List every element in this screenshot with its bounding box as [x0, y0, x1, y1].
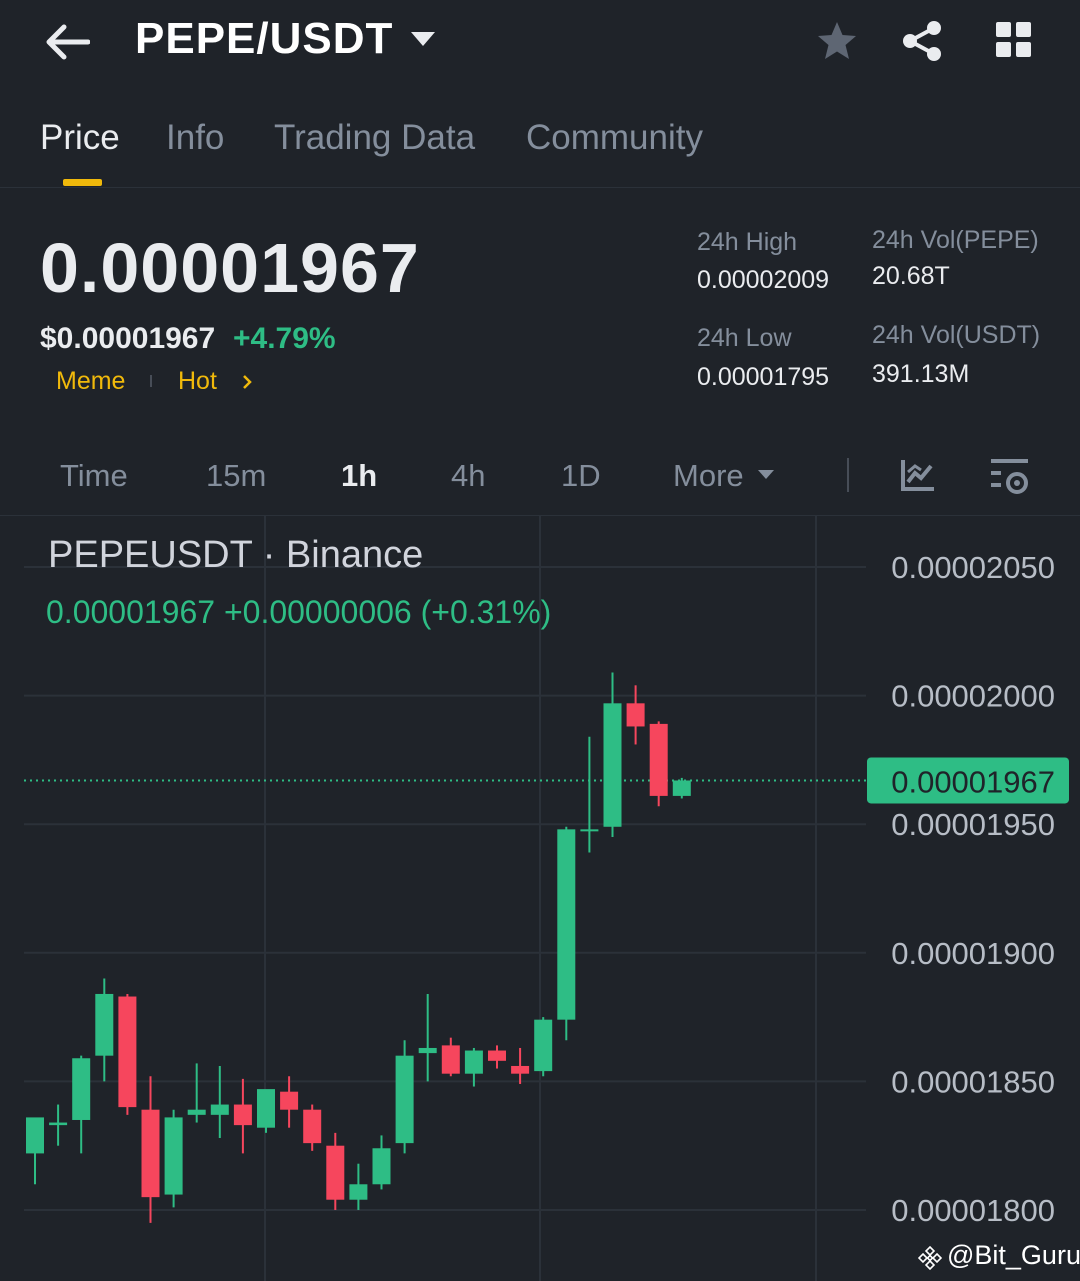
candle-body — [441, 1045, 460, 1074]
indicator-icon[interactable] — [900, 458, 936, 492]
star-icon[interactable] — [815, 19, 859, 63]
tag-meme[interactable]: Meme — [56, 367, 125, 396]
candle-body — [580, 829, 599, 832]
share-icon[interactable] — [900, 19, 944, 63]
candle-body — [210, 1104, 229, 1115]
chevron-right-icon[interactable] — [240, 374, 254, 390]
stat-high-value: 0.00002009 — [697, 266, 830, 294]
candle-body — [626, 703, 645, 727]
candle-body — [349, 1184, 368, 1200]
candle-body — [672, 780, 691, 796]
candle-body — [118, 996, 137, 1108]
grid-icon[interactable] — [994, 20, 1034, 60]
y-axis-tick-label: 0.00001900 — [891, 936, 1055, 971]
y-axis-tick-label: 0.00002000 — [891, 679, 1055, 714]
candle-body — [395, 1055, 414, 1144]
y-axis-tick-label: 0.00001850 — [891, 1064, 1055, 1099]
chart-title: PEPEUSDT · Binance — [48, 534, 424, 576]
y-axis-tick-label: 0.00001950 — [891, 807, 1055, 842]
binance-logo-icon — [918, 1246, 942, 1270]
candle-body — [326, 1145, 345, 1200]
stat-high-label: 24h High — [697, 228, 798, 256]
candle-body — [95, 993, 114, 1056]
interval-4h[interactable]: 4h — [451, 458, 485, 494]
tag-separator — [150, 375, 152, 387]
interval-more[interactable]: More — [673, 458, 744, 494]
interval-1h[interactable]: 1h — [341, 458, 377, 494]
top-bar: PEPE/USDT — [0, 0, 1080, 85]
caret-down-icon[interactable] — [758, 469, 774, 480]
candle-body — [187, 1109, 206, 1115]
stat-vol-quote-value: 391.13M — [872, 360, 970, 388]
candle-body — [141, 1109, 160, 1198]
candle-body — [372, 1148, 391, 1185]
candle-body — [164, 1117, 183, 1195]
divider — [0, 187, 1080, 188]
candle-body — [233, 1104, 252, 1126]
current-price-label: 0.00001967 — [891, 764, 1055, 799]
candle-body — [49, 1122, 68, 1126]
arrow-left-icon[interactable] — [44, 22, 90, 62]
active-tab-indicator — [63, 179, 102, 186]
candle-body — [418, 1047, 437, 1054]
pair-title[interactable]: PEPE/USDT — [135, 14, 393, 64]
stat-low-label: 24h Low — [697, 324, 792, 352]
usd-price: $0.00001967 — [40, 322, 216, 355]
candle-body — [464, 1050, 483, 1074]
candle-body — [488, 1050, 506, 1061]
candle-body — [280, 1091, 299, 1110]
stat-vol-quote-label: 24h Vol(USDT) — [872, 321, 1041, 349]
tab-info[interactable]: Info — [166, 118, 224, 158]
chart-settings-icon[interactable] — [990, 456, 1030, 496]
tab-price[interactable]: Price — [40, 118, 120, 158]
candle-body — [534, 1019, 553, 1072]
price-change-percent: +4.79% — [233, 322, 336, 355]
interval-time[interactable]: Time — [60, 458, 128, 494]
y-axis-tick-label: 0.00001800 — [891, 1193, 1055, 1228]
candle-body — [649, 723, 668, 796]
last-price: 0.00001967 — [40, 229, 420, 307]
candle-body — [72, 1058, 91, 1120]
y-axis-tick-label: 0.00002050 — [891, 550, 1055, 585]
stat-low-value: 0.00001795 — [697, 363, 830, 391]
candle-body — [511, 1065, 530, 1074]
tab-trading-data[interactable]: Trading Data — [274, 118, 475, 158]
interval-15m[interactable]: 15m — [206, 458, 266, 494]
interval-divider — [847, 458, 849, 492]
interval-1d[interactable]: 1D — [561, 458, 601, 494]
chart-ohlc-line: 0.00001967 +0.00000006 (+0.31%) — [46, 594, 552, 630]
candle-body — [257, 1089, 275, 1128]
candle-body — [303, 1109, 322, 1144]
watermark: @Bit_Guru — [947, 1240, 1080, 1270]
caret-down-icon[interactable] — [410, 30, 436, 48]
candle-body — [557, 829, 576, 1020]
tab-community[interactable]: Community — [526, 118, 703, 158]
stat-vol-base-value: 20.68T — [872, 262, 950, 290]
candle-body — [603, 703, 622, 827]
candle-body — [26, 1117, 44, 1154]
stat-vol-base-label: 24h Vol(PEPE) — [872, 226, 1039, 254]
tag-hot[interactable]: Hot — [178, 367, 217, 396]
